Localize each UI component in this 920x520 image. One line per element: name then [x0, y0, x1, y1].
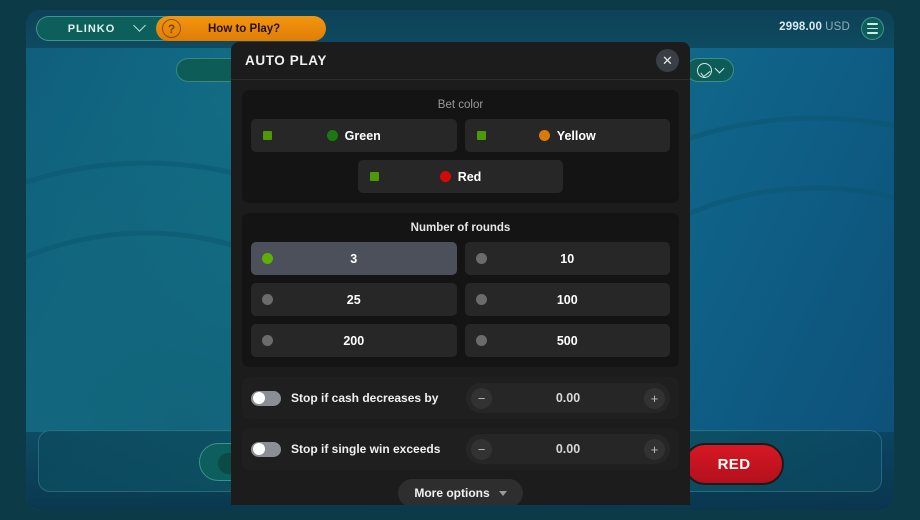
- toggle-knob: [252, 443, 265, 455]
- rounds-option-500[interactable]: 500: [464, 324, 670, 357]
- rounds-section: Number of rounds 3 10 25 100 200 500: [242, 213, 679, 367]
- selection-square-icon: [476, 131, 486, 140]
- more-options-label: More options: [414, 486, 490, 500]
- stop-if-single-win-toggle[interactable]: [251, 441, 281, 457]
- stop-if-single-win-stepper: − 0.00 +: [466, 434, 670, 464]
- hamburger-menu-icon[interactable]: [861, 17, 884, 40]
- rounds-title: Number of rounds: [410, 222, 511, 234]
- rounds-label: 500: [556, 333, 578, 348]
- stop-if-cash-decreases-value[interactable]: 0.00: [466, 391, 670, 405]
- radio-indicator-icon: [475, 294, 487, 305]
- stop-if-cash-decreases-toggle[interactable]: [251, 390, 281, 406]
- rounds-label: 200: [343, 333, 365, 348]
- bet-color-grid: Green Yellow: [251, 119, 670, 152]
- more-options-button[interactable]: More options: [398, 479, 523, 505]
- game-select-label: PLINKO: [67, 22, 116, 35]
- bet-color-label: Green: [344, 128, 381, 143]
- modal-title: AUTO PLAY: [245, 53, 327, 68]
- radio-indicator-icon: [262, 335, 273, 346]
- modal-body: Bet color Green Yellow Red Number of rou…: [231, 80, 690, 505]
- game-select-dropdown[interactable]: PLINKO: [36, 16, 176, 41]
- rounds-label: 3: [350, 251, 358, 266]
- bet-red-button[interactable]: RED: [684, 443, 784, 485]
- modal-header: AUTO PLAY ✕: [231, 42, 690, 80]
- bet-color-option-yellow[interactable]: Yellow: [464, 119, 670, 152]
- balance-currency: USD: [825, 21, 850, 33]
- color-dot-yellow: [538, 130, 550, 141]
- close-icon[interactable]: ✕: [656, 49, 679, 72]
- rounds-option-25[interactable]: 25: [251, 283, 457, 316]
- bet-color-title: Bet color: [437, 99, 484, 111]
- radio-indicator-icon: [475, 335, 487, 346]
- bet-color-option-red[interactable]: Red: [358, 160, 563, 193]
- radio-indicator-icon: [262, 294, 273, 305]
- rounds-option-10[interactable]: 10: [464, 242, 670, 275]
- caret-down-icon: [498, 490, 507, 496]
- rounds-grid: 3 10 25 100 200 500: [251, 242, 670, 357]
- rounds-option-200[interactable]: 200: [251, 324, 457, 357]
- bet-color-row-red: Red: [251, 160, 670, 193]
- toggle-knob: [252, 392, 265, 404]
- chevron-down-icon: [714, 63, 725, 73]
- rounds-label: 100: [556, 292, 578, 307]
- stop-if-cash-decreases-stepper: − 0.00 +: [466, 383, 670, 413]
- rounds-label: 25: [346, 292, 361, 307]
- plus-icon[interactable]: +: [644, 438, 665, 460]
- color-dot-red: [439, 171, 451, 182]
- balance-display: 2998.00 USD: [779, 21, 850, 33]
- selection-square-icon: [370, 172, 379, 181]
- history-button[interactable]: [686, 58, 734, 82]
- chevron-down-icon: [133, 19, 147, 32]
- minus-icon[interactable]: −: [471, 387, 492, 409]
- bet-color-label: Yellow: [556, 128, 596, 143]
- question-mark-icon: ?: [162, 19, 181, 38]
- bet-color-option-green[interactable]: Green: [251, 119, 457, 152]
- stop-if-cash-decreases-row: Stop if cash decreases by − 0.00 +: [242, 377, 679, 419]
- how-to-play-label: How to Play?: [208, 22, 281, 35]
- stop-if-single-win-row: Stop if single win exceeds − 0.00 +: [242, 428, 679, 470]
- rounds-option-3[interactable]: 3: [251, 242, 457, 275]
- auto-play-modal: AUTO PLAY ✕ Bet color Green Yellow Red N…: [231, 42, 690, 505]
- more-options-wrap: More options: [242, 479, 679, 505]
- how-to-play-button[interactable]: ? How to Play?: [156, 16, 326, 41]
- stop-if-single-win-value[interactable]: 0.00: [466, 442, 670, 456]
- color-dot-green: [326, 130, 338, 141]
- stop-if-single-win-label: Stop if single win exceeds: [291, 442, 441, 456]
- radio-indicator-icon: [475, 253, 487, 264]
- selection-square-icon: [263, 131, 272, 140]
- balance-amount: 2998.00: [779, 21, 823, 33]
- app-root: RED P ? How to Play? PLINKO 2998.00USD: [0, 0, 920, 520]
- rounds-label: 10: [560, 251, 575, 266]
- rounds-option-100[interactable]: 100: [464, 283, 670, 316]
- radio-indicator-icon: [262, 253, 273, 264]
- bet-color-section: Bet color Green Yellow Red: [242, 90, 679, 203]
- history-check-icon: [697, 62, 712, 78]
- stop-if-cash-decreases-label: Stop if cash decreases by: [291, 391, 439, 405]
- plus-icon[interactable]: +: [644, 387, 665, 409]
- bet-color-label: Red: [457, 169, 482, 184]
- minus-icon[interactable]: −: [471, 438, 492, 460]
